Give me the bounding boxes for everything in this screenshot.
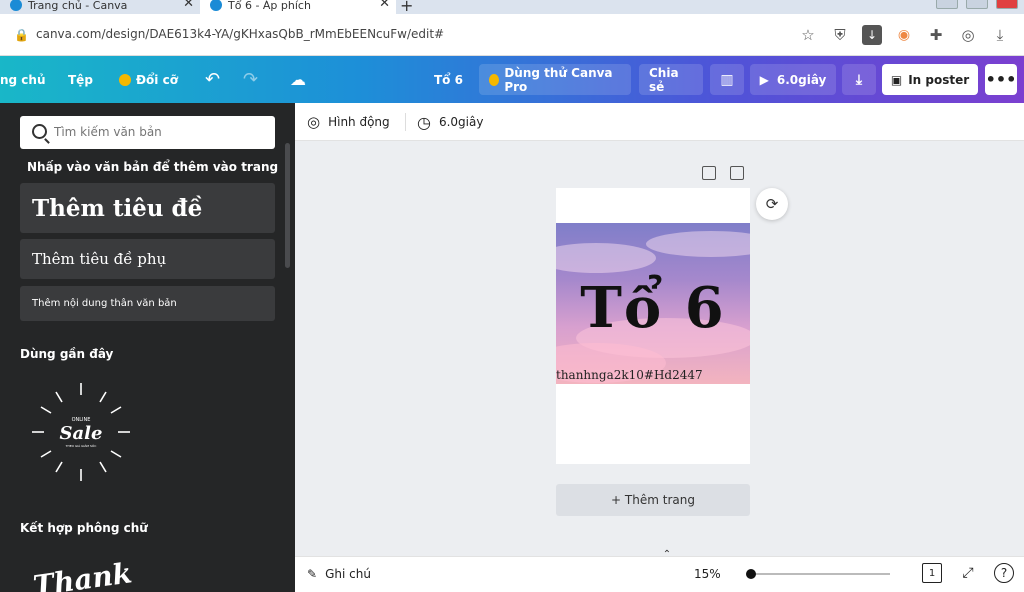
maximize-button[interactable] xyxy=(966,0,988,9)
print-poster-button[interactable]: ▣ In poster xyxy=(882,64,978,95)
duration-label: 6.0giây xyxy=(438,115,484,129)
recent-heading: Dùng gần đây xyxy=(20,347,114,361)
present-button[interactable]: ▶ 6.0giây xyxy=(750,64,836,95)
present-duration: 6.0giây xyxy=(776,72,827,87)
puzzle-icon[interactable]: ✚ xyxy=(926,25,946,45)
add-heading-button[interactable]: Thêm tiêu đề xyxy=(20,183,275,233)
editor-top-bar: ng chủ Tệp Đổi cỡ ↶ ↷ ☁ Tổ 6 Dùng thử Ca… xyxy=(0,56,1024,103)
try-pro-label: Dùng thử Canva Pro xyxy=(504,65,613,94)
duration-button[interactable]: ◷ 6.0giây xyxy=(417,103,483,141)
print-poster-label: In poster xyxy=(908,72,970,87)
bottom-icons: 1 ⤢ ? xyxy=(922,563,1014,583)
new-tab-button[interactable]: + xyxy=(400,0,413,15)
share-button[interactable]: Chia sẻ xyxy=(639,64,703,95)
add-subheading-button[interactable]: Thêm tiêu đề phụ xyxy=(20,239,275,279)
lock-icon[interactable]: 🔒 xyxy=(14,28,29,42)
sale-bottom-text: THEO GIÁ GIẢM SỐC xyxy=(65,443,97,448)
close-tab-icon[interactable]: ✕ xyxy=(183,0,194,10)
add-body-text-button[interactable]: Thêm nội dung thân văn bản xyxy=(20,286,275,321)
star-icon[interactable]: ☆ xyxy=(798,25,818,45)
animation-toolbar: ◎ Hình động ◷ 6.0giây xyxy=(295,103,1024,141)
poster-icon: ▣ xyxy=(890,72,903,87)
animate-button[interactable]: ◎ Hình động xyxy=(307,103,390,141)
zoom-level[interactable]: 15% xyxy=(694,567,721,581)
shield-icon[interactable]: ⛨ xyxy=(830,25,850,45)
url-field[interactable]: canva.com/design/DAE613k4-YA/gKHxasQbB_r… xyxy=(36,27,444,41)
canva-favicon-icon xyxy=(10,0,22,11)
crown-icon xyxy=(119,73,131,86)
chrome-extension-icon[interactable]: ◉ xyxy=(894,25,914,45)
download-icon[interactable]: ⤓ xyxy=(842,64,876,95)
search-box xyxy=(20,116,275,149)
panel-hint: Nhấp vào văn bản để thêm vào trang xyxy=(27,160,279,174)
animate-icon: ◎ xyxy=(307,113,321,131)
animate-label: Hình động xyxy=(328,115,390,129)
cloud-saved-icon[interactable]: ☁ xyxy=(290,56,306,103)
notes-label: Ghi chú xyxy=(325,567,371,581)
duplicate-page-icon[interactable] xyxy=(702,166,716,180)
regenerate-icon[interactable]: ⟳ xyxy=(756,188,788,220)
canvas-area: Tổ 6 thanhnga2k10#Hd2447 ⟳ + Thêm trang xyxy=(295,141,1024,556)
sky-background-image[interactable]: Tổ 6 thanhnga2k10#Hd2447 xyxy=(556,223,750,384)
browser-tab-bar: Trang chủ - Canva ✕ Tổ 6 - Áp phích ✕ + xyxy=(0,0,1024,15)
add-page-button[interactable]: + Thêm trang xyxy=(556,484,750,516)
editor-bottom-bar: ⌃ ✎ Ghi chú 15% 1 ⤢ ? xyxy=(295,549,1024,592)
more-options-button[interactable]: ••• xyxy=(985,64,1017,95)
cloud-shape xyxy=(556,243,656,273)
add-page-icon[interactable] xyxy=(730,166,744,180)
cloud-shape xyxy=(646,231,750,257)
notes-icon: ✎ xyxy=(307,567,318,581)
browser-tab-active[interactable]: Tổ 6 - Áp phích ✕ xyxy=(200,0,396,14)
chevron-up-icon[interactable]: ⌃ xyxy=(657,549,677,560)
search-input[interactable] xyxy=(54,122,264,142)
file-menu[interactable]: Tệp xyxy=(68,56,93,103)
panel-scrollbar[interactable] xyxy=(285,143,290,268)
play-icon: ▶ xyxy=(759,72,769,87)
resize-label: Đổi cỡ xyxy=(136,72,178,87)
insights-icon[interactable]: ▥ xyxy=(710,64,744,95)
text-panel: Nhấp vào văn bản để thêm vào trang Thêm … xyxy=(0,103,295,592)
try-pro-button[interactable]: Dùng thử Canva Pro xyxy=(479,64,631,95)
crown-icon xyxy=(489,73,500,86)
zoom-slider-handle[interactable] xyxy=(746,569,756,579)
close-window-button[interactable] xyxy=(996,0,1018,9)
home-link[interactable]: ng chủ xyxy=(0,56,46,103)
address-bar: 🔒 canva.com/design/DAE613k4-YA/gKHxasQbB… xyxy=(0,14,1024,56)
divider xyxy=(405,113,406,131)
downloads-icon[interactable]: ⤓ xyxy=(990,25,1010,45)
close-tab-icon[interactable]: ✕ xyxy=(379,0,390,10)
window-controls xyxy=(936,0,1018,9)
design-title[interactable]: Tổ 6 xyxy=(434,56,463,103)
resize-button[interactable]: Đổi cỡ xyxy=(119,56,178,103)
profile-icon[interactable]: ◎ xyxy=(958,25,978,45)
clock-icon: ◷ xyxy=(417,112,431,132)
fullscreen-icon[interactable]: ⤢ xyxy=(958,563,978,583)
undo-icon[interactable]: ↶ xyxy=(205,56,220,103)
zoom-slider[interactable] xyxy=(746,569,890,579)
browser-tab[interactable]: Trang chủ - Canva ✕ xyxy=(0,0,200,14)
poster-title[interactable]: Tổ 6 xyxy=(556,275,750,341)
sale-main-text: Sale xyxy=(60,423,103,444)
poster-handle-text[interactable]: thanhnga2k10#Hd2447 xyxy=(556,368,703,382)
page-actions xyxy=(702,166,744,180)
canva-favicon-icon xyxy=(210,0,222,11)
redo-icon[interactable]: ↷ xyxy=(243,56,258,103)
tab-title: Tổ 6 - Áp phích xyxy=(228,0,311,12)
help-button[interactable]: ? xyxy=(994,563,1014,583)
font-combo-thumbnail[interactable]: Thank xyxy=(31,556,134,592)
notes-button[interactable]: ✎ Ghi chú xyxy=(307,557,371,591)
search-icon xyxy=(32,124,47,139)
tab-title: Trang chủ - Canva xyxy=(28,0,128,12)
design-page[interactable]: Tổ 6 thanhnga2k10#Hd2447 xyxy=(556,188,750,464)
sale-template-thumbnail[interactable]: ONLINE Sale THEO GIÁ GIẢM SỐC xyxy=(30,381,132,483)
page-count-button[interactable]: 1 xyxy=(922,563,942,583)
download-extension-icon[interactable]: ↓ xyxy=(862,25,882,45)
browser-toolbar-icons: ☆ ⛨ ↓ ◉ ✚ ◎ ⤓ xyxy=(798,25,1010,45)
font-combo-heading: Kết hợp phông chữ xyxy=(20,521,148,535)
minimize-button[interactable] xyxy=(936,0,958,9)
